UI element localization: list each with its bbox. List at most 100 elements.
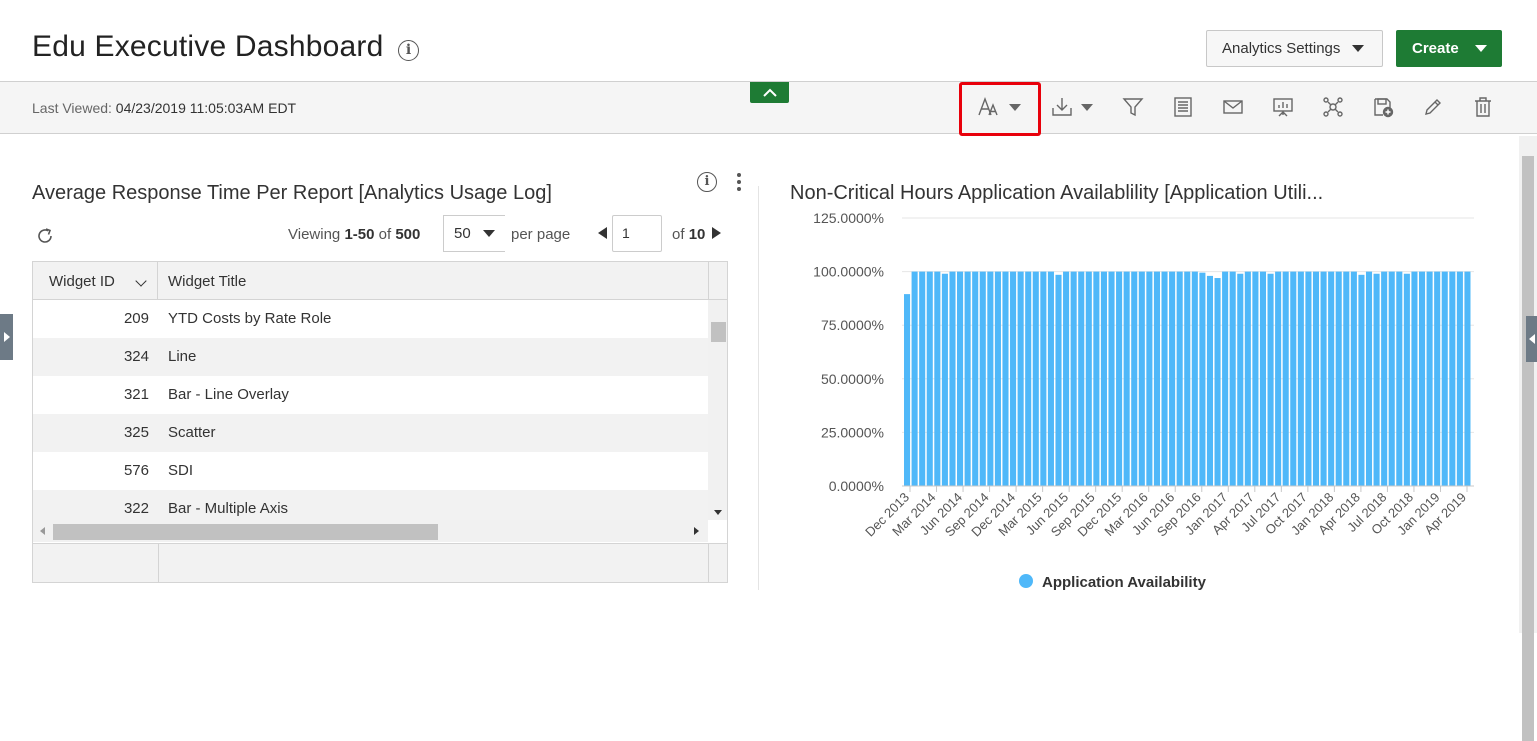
chart-bar — [1373, 273, 1380, 486]
refresh-icon[interactable] — [35, 226, 55, 246]
table-row[interactable]: 322 Bar - Multiple Axis — [33, 490, 708, 520]
create-button[interactable]: Create — [1396, 30, 1502, 67]
chart-bar — [941, 273, 948, 486]
column-header-widget-title[interactable]: Widget Title — [159, 262, 709, 300]
chart-bar — [919, 271, 926, 486]
page-scroll-thumb[interactable] — [1522, 156, 1534, 741]
of-label: of — [378, 225, 392, 243]
analytics-settings-button[interactable]: Analytics Settings — [1206, 30, 1383, 67]
widget-divider — [758, 186, 759, 590]
table-horizontal-scrollbar[interactable] — [33, 520, 708, 542]
chart-bar — [1252, 271, 1259, 486]
scroll-left-arrow-icon[interactable] — [40, 527, 45, 535]
chart-bar — [1403, 273, 1410, 486]
download-icon — [1051, 98, 1072, 116]
chart-bar — [979, 271, 986, 486]
dashboard-header: Edu Executive Dashboard i Analytics Sett… — [0, 0, 1537, 82]
next-page-icon[interactable] — [712, 227, 721, 239]
y-tick-label: 100.0000% — [813, 264, 884, 280]
scroll-right-arrow-icon[interactable] — [694, 527, 699, 535]
table-row[interactable]: 324 Line — [33, 338, 708, 376]
table-header: Widget ID Widget Title — [33, 262, 727, 300]
horizontal-scroll-thumb[interactable] — [53, 524, 438, 540]
y-tick-label: 75.0000% — [821, 317, 884, 333]
page-of-label: of — [672, 225, 685, 243]
chart-bar — [1206, 275, 1214, 486]
page-number-input[interactable]: 1 — [612, 215, 662, 252]
chart-bar — [1282, 271, 1289, 486]
notes-button[interactable] — [1167, 92, 1199, 122]
column-header-label: Widget ID — [49, 273, 115, 290]
chevron-left-icon — [1528, 334, 1535, 344]
widget-menu-icon[interactable] — [736, 173, 742, 191]
download-button[interactable] — [1045, 92, 1097, 122]
save-as-button[interactable] — [1367, 92, 1399, 122]
right-panel-toggle[interactable] — [1526, 316, 1537, 362]
availability-bar-chart: 0.0000% 25.0000% 50.0000% 75.0000% 100.0000%… — [813, 210, 1474, 591]
chart-bar — [1456, 271, 1463, 486]
chevron-down-icon — [1474, 45, 1487, 52]
chart-bar — [1464, 271, 1471, 486]
presentation-button[interactable] — [1267, 92, 1299, 122]
table-vertical-scrollbar[interactable] — [708, 300, 727, 520]
chart-bar — [1305, 271, 1312, 486]
info-icon[interactable]: i — [398, 40, 419, 61]
collapse-header-button[interactable] — [750, 82, 789, 103]
font-size-highlight — [959, 82, 1041, 136]
email-button[interactable] — [1217, 92, 1249, 122]
chart-bar — [1153, 271, 1160, 486]
chevron-up-icon — [762, 88, 777, 97]
page-scrollbar[interactable] — [1519, 136, 1537, 741]
viewing-summary: Viewing 1-50 of 500 — [288, 216, 420, 252]
chart-bar — [964, 271, 971, 486]
chart-bar — [1040, 271, 1047, 486]
chart-bar — [1365, 271, 1373, 486]
cell-widget-title: Line — [168, 348, 197, 365]
chart-bar — [994, 271, 1001, 486]
sort-chevron-icon[interactable] — [135, 275, 147, 287]
chart-bar — [957, 271, 964, 486]
left-panel-toggle[interactable] — [0, 314, 13, 360]
delete-button[interactable] — [1467, 92, 1499, 122]
table-row[interactable]: 325 Scatter — [33, 414, 708, 452]
chart-bar — [1411, 271, 1418, 486]
network-button[interactable] — [1317, 92, 1349, 122]
chart-bar — [1146, 271, 1153, 486]
chart-bar — [1312, 271, 1320, 486]
chart-bar — [1328, 271, 1335, 486]
page-size-select[interactable]: 50 — [443, 215, 505, 252]
chart-bar — [1131, 271, 1138, 486]
chart-bar — [1381, 271, 1388, 486]
page-total: 10 — [688, 225, 706, 243]
scroll-down-arrow-icon[interactable] — [714, 510, 722, 515]
column-header-widget-id[interactable]: Widget ID — [33, 262, 158, 300]
table-row[interactable]: 321 Bar - Line Overlay — [33, 376, 708, 414]
vertical-scroll-thumb[interactable] — [711, 322, 726, 342]
cell-widget-id: 209 — [123, 310, 149, 327]
chart-bar — [1116, 271, 1123, 486]
chart-bar — [934, 271, 941, 486]
chart-bar — [972, 271, 979, 486]
y-tick-label: 50.0000% — [821, 371, 884, 387]
chart-bar — [1335, 271, 1342, 486]
table-footer — [33, 543, 727, 582]
page-total-display: of 10 — [672, 216, 705, 252]
table-row[interactable]: 209 YTD Costs by Rate Role — [33, 300, 708, 338]
legend-dot — [1019, 574, 1033, 588]
table-row[interactable]: 576 SDI — [33, 452, 708, 490]
filter-button[interactable] — [1117, 92, 1149, 122]
chart-bar — [1358, 274, 1365, 486]
dashboard-toolbar: Last Viewed: 04/23/2019 11:05:03AM EDT — [0, 82, 1537, 134]
chart-bar — [987, 271, 994, 486]
cell-widget-id: 576 — [123, 462, 149, 479]
notes-icon — [1174, 97, 1192, 117]
prev-page-icon[interactable] — [598, 227, 607, 239]
edit-icon — [1425, 99, 1441, 115]
widget-info-icon[interactable]: i — [697, 172, 717, 192]
chart-bar — [1085, 271, 1092, 486]
filter-icon — [1122, 98, 1144, 117]
viewing-total: 500 — [395, 225, 421, 243]
edit-button[interactable] — [1417, 92, 1449, 122]
chart-bar — [1426, 271, 1433, 486]
chart-bar — [1259, 271, 1267, 486]
